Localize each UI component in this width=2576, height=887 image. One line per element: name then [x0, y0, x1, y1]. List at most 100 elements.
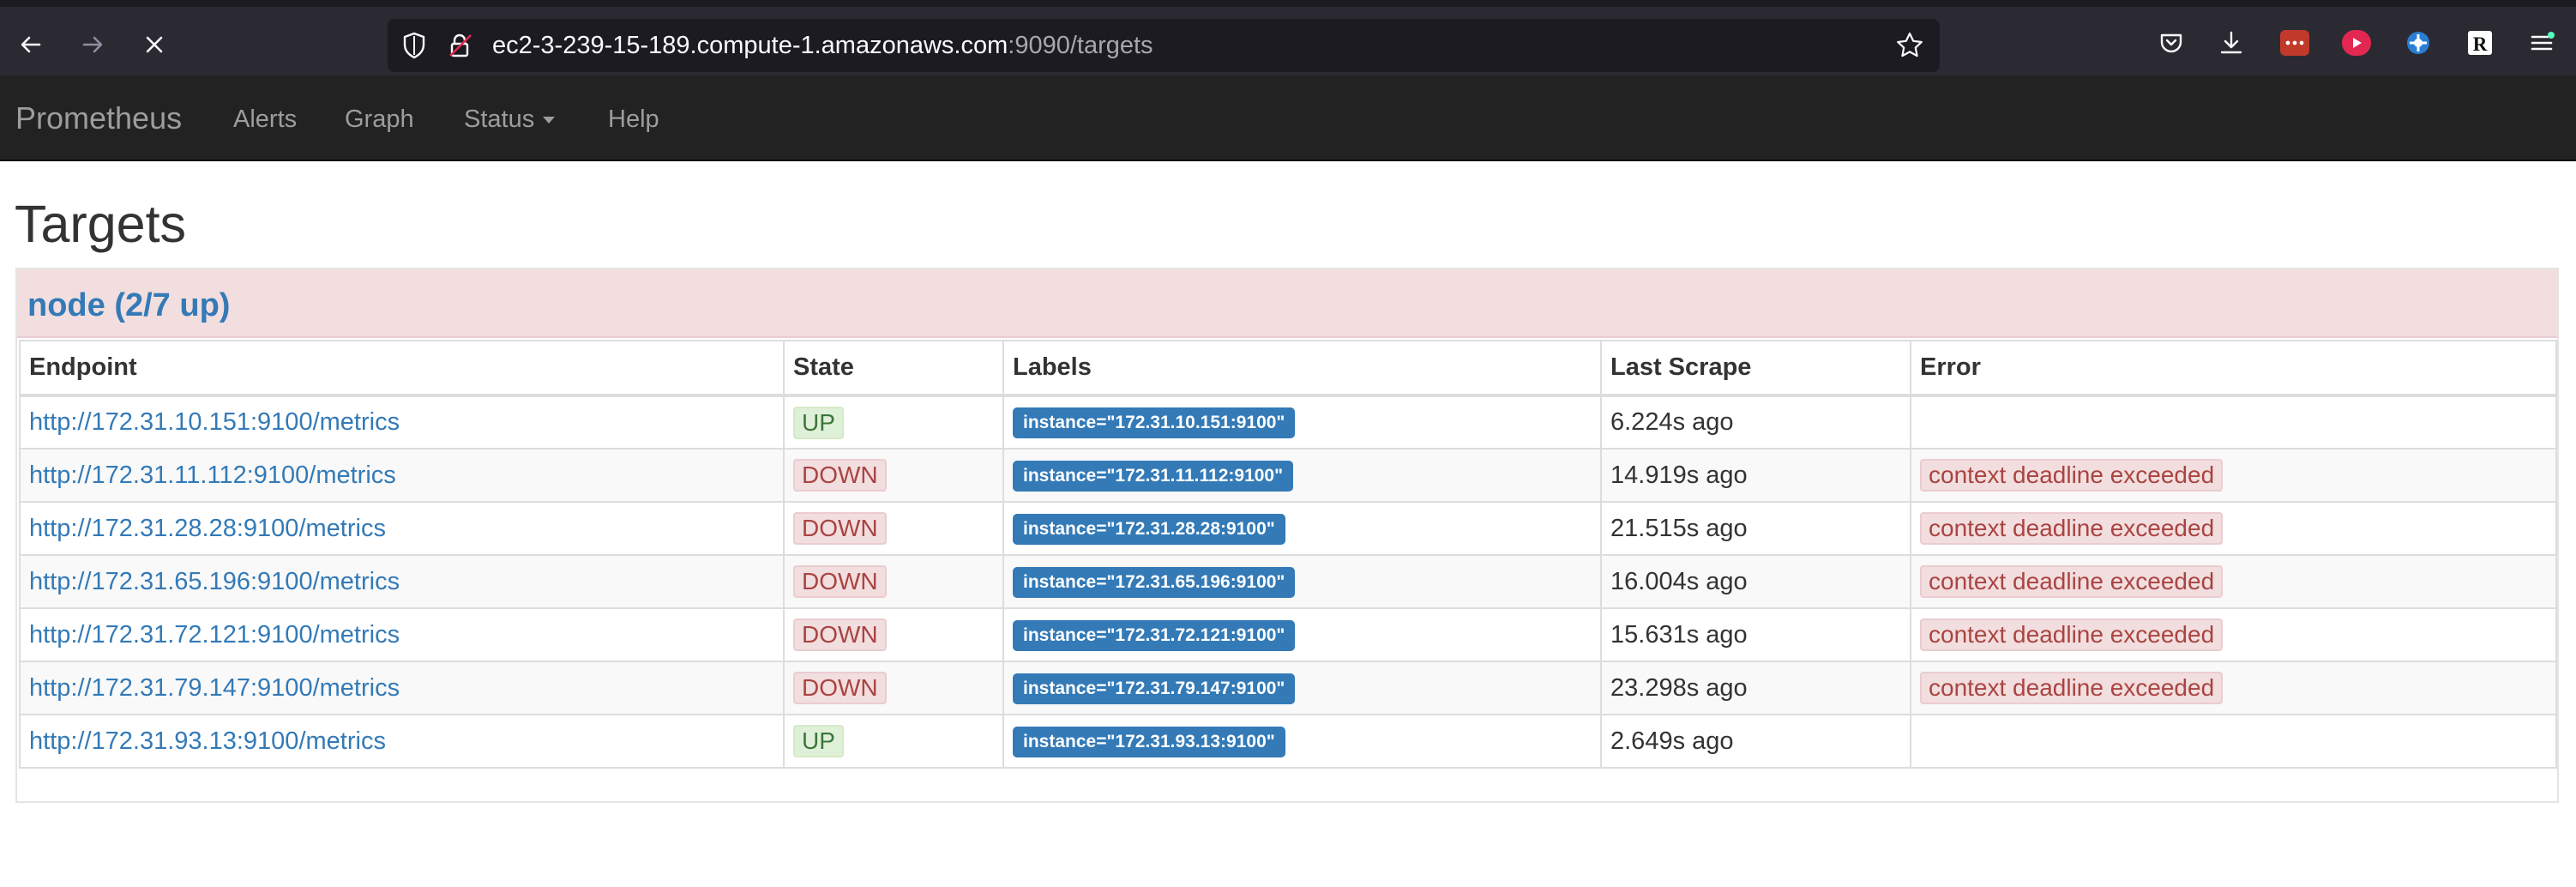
state-cell: UP	[783, 395, 1004, 450]
menu-icon	[2531, 32, 2555, 51]
state-badge: UP	[793, 406, 844, 439]
downloads-button[interactable]	[2214, 26, 2248, 60]
url-path: :9090/targets	[1008, 32, 1153, 59]
endpoint-cell: http://172.31.28.28:9100/metrics	[19, 501, 785, 556]
endpoint-cell: http://172.31.65.196:9100/metrics	[19, 554, 785, 609]
endpoint-link[interactable]: http://172.31.93.13:9100/metrics	[29, 727, 386, 755]
error-cell	[1910, 395, 2557, 450]
table-row: http://172.31.93.13:9100/metrics UP instan…	[19, 714, 2557, 769]
state-badge: DOWN	[793, 459, 887, 492]
endpoint-link[interactable]: http://172.31.10.151:9100/metrics	[29, 408, 400, 436]
labels-cell: instance="172.31.11.112:9100"	[1002, 448, 1602, 503]
error-badge: context deadline exceeded	[1920, 672, 2224, 704]
last-scrape-cell: 6.224s ago	[1600, 395, 1911, 450]
stop-icon	[146, 36, 163, 53]
instance-label-badge: instance="172.31.72.121:9100"	[1013, 619, 1296, 651]
error-badge: context deadline exceeded	[1920, 618, 2224, 651]
job-heading-link[interactable]: node (2/7 up)	[27, 287, 230, 324]
endpoint-cell: http://172.31.79.147:9100/metrics	[19, 661, 785, 715]
state-cell: DOWN	[783, 554, 1004, 609]
column-header-labels: Labels	[1002, 340, 1602, 397]
shield-icon[interactable]	[400, 31, 429, 60]
targets-table-body: http://172.31.10.151:9100/metrics UP insta…	[19, 395, 2557, 769]
last-scrape-cell: 15.631s ago	[1600, 607, 1911, 662]
error-cell: context deadline exceeded	[1910, 554, 2557, 609]
endpoint-link[interactable]: http://172.31.79.147:9100/metrics	[29, 674, 400, 702]
chevron-down-icon	[543, 117, 556, 124]
last-scrape-cell: 2.649s ago	[1600, 714, 1911, 769]
back-button[interactable]	[9, 22, 53, 67]
state-badge: DOWN	[793, 672, 887, 704]
instance-label-badge: instance="172.31.93.13:9100"	[1013, 726, 1285, 757]
error-cell: context deadline exceeded	[1910, 448, 2557, 503]
pocket-button[interactable]	[2154, 26, 2188, 60]
labels-cell: instance="172.31.72.121:9100"	[1002, 607, 1602, 662]
extension-icon	[2342, 30, 2371, 56]
stop-button[interactable]	[132, 22, 177, 67]
state-cell: DOWN	[783, 501, 1004, 556]
table-row: http://172.31.65.196:9100/metrics DOWN ins…	[19, 554, 2557, 609]
table-row: http://172.31.72.121:9100/metrics DOWN ins…	[19, 607, 2557, 662]
nav-status-label: Status	[464, 106, 535, 133]
state-cell: DOWN	[783, 607, 1004, 662]
extension-button-1[interactable]	[2278, 26, 2312, 60]
forward-icon	[82, 36, 103, 53]
table-row: http://172.31.28.28:9100/metrics DOWN inst…	[19, 501, 2557, 556]
error-cell: context deadline exceeded	[1910, 607, 2557, 662]
readwise-button[interactable]: R	[2463, 26, 2497, 60]
endpoint-cell: http://172.31.11.112:9100/metrics	[19, 448, 785, 503]
column-header-last-scrape: Last Scrape	[1600, 340, 1911, 397]
endpoint-link[interactable]: http://172.31.11.112:9100/metrics	[29, 462, 396, 489]
state-badge: UP	[793, 725, 844, 757]
app-menu-button[interactable]	[2525, 26, 2559, 60]
instance-label-badge: instance="172.31.65.196:9100"	[1013, 566, 1296, 598]
back-icon	[21, 36, 41, 53]
error-cell: context deadline exceeded	[1910, 661, 2557, 715]
targets-table: Endpoint State Labels Last Scrape Error …	[19, 340, 2557, 769]
table-row: http://172.31.10.151:9100/metrics UP insta…	[19, 395, 2557, 450]
endpoint-link[interactable]: http://172.31.72.121:9100/metrics	[29, 621, 400, 649]
svg-text:R: R	[2473, 33, 2488, 55]
labels-cell: instance="172.31.10.151:9100"	[1002, 395, 1602, 450]
nav-status-dropdown[interactable]: Status	[464, 105, 556, 134]
extension-button-3[interactable]	[2401, 26, 2435, 60]
endpoint-cell: http://172.31.10.151:9100/metrics	[19, 395, 785, 450]
url-host: ec2-3-239-15-189.compute-1.amazonaws.com	[492, 32, 1008, 59]
nav-alerts[interactable]: Alerts	[233, 105, 297, 134]
lock-icon[interactable]	[446, 31, 475, 60]
state-badge: DOWN	[793, 618, 887, 651]
last-scrape-cell: 16.004s ago	[1600, 554, 1911, 609]
state-cell: UP	[783, 714, 1004, 769]
endpoint-cell: http://172.31.93.13:9100/metrics	[19, 714, 785, 769]
forward-button[interactable]	[70, 22, 115, 67]
error-badge: context deadline exceeded	[1920, 565, 2224, 598]
job-panel: node (2/7 up) Endpoint State Labels Last…	[15, 268, 2559, 803]
instance-label-badge: instance="172.31.10.151:9100"	[1013, 407, 1296, 438]
endpoint-link[interactable]: http://172.31.28.28:9100/metrics	[29, 515, 386, 542]
state-badge: DOWN	[793, 512, 887, 545]
table-header-row: Endpoint State Labels Last Scrape Error	[19, 340, 2557, 397]
nav-graph[interactable]: Graph	[345, 105, 414, 134]
brand-link[interactable]: Prometheus	[15, 101, 182, 136]
endpoint-link[interactable]: http://172.31.65.196:9100/metrics	[29, 568, 400, 595]
endpoint-cell: http://172.31.72.121:9100/metrics	[19, 607, 785, 662]
url-bar[interactable]: ec2-3-239-15-189.compute-1.amazonaws.com…	[388, 19, 1940, 72]
extension-button-2[interactable]	[2339, 26, 2374, 60]
column-header-state: State	[783, 340, 1004, 397]
app-navbar: Prometheus Alerts Graph Status Help	[0, 75, 2576, 161]
pocket-icon	[2160, 33, 2182, 53]
labels-cell: instance="172.31.93.13:9100"	[1002, 714, 1602, 769]
nav-help[interactable]: Help	[608, 105, 659, 134]
url-text[interactable]: ec2-3-239-15-189.compute-1.amazonaws.com…	[492, 31, 1153, 60]
column-header-error: Error	[1910, 340, 2557, 397]
error-badge: context deadline exceeded	[1920, 459, 2224, 492]
job-panel-heading: node (2/7 up)	[17, 269, 2557, 338]
labels-cell: instance="172.31.79.147:9100"	[1002, 661, 1602, 715]
last-scrape-cell: 23.298s ago	[1600, 661, 1911, 715]
labels-cell: instance="172.31.65.196:9100"	[1002, 554, 1602, 609]
bookmark-star-icon[interactable]	[1895, 31, 1924, 60]
last-scrape-cell: 21.515s ago	[1600, 501, 1911, 556]
column-header-endpoint: Endpoint	[19, 340, 785, 397]
readwise-icon: R	[2468, 31, 2492, 55]
error-cell: context deadline exceeded	[1910, 501, 2557, 556]
